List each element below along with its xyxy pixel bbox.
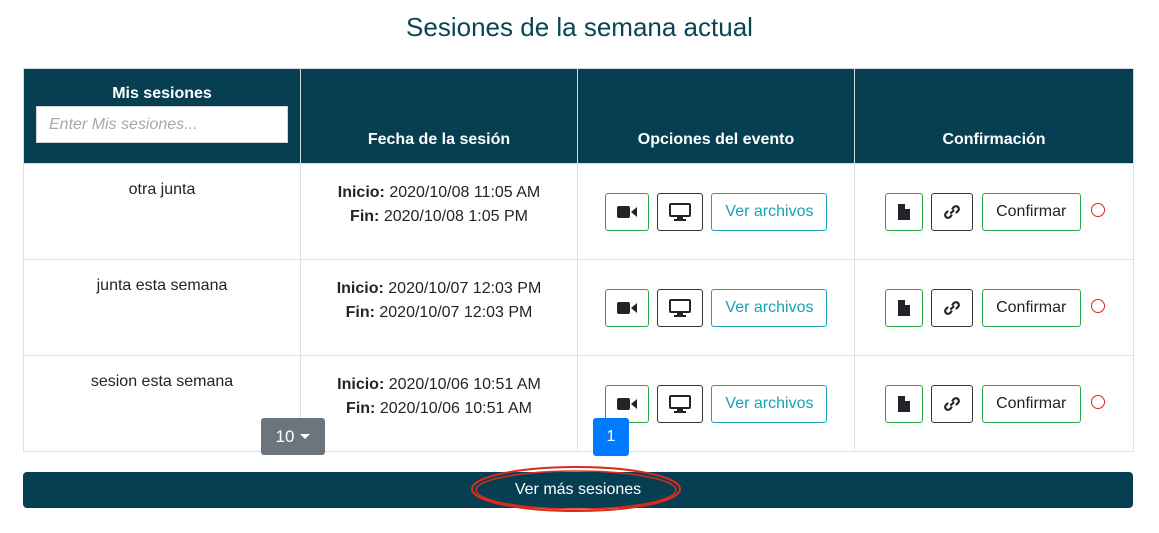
document-button[interactable]	[884, 288, 923, 327]
header-name: Mis sesiones	[23, 68, 301, 164]
session-start: Inicio: 2020/10/06 10:51 AM	[301, 373, 577, 397]
end-value: 2020/10/08 1:05 PM	[383, 208, 528, 225]
start-label: Inicio:	[336, 280, 384, 297]
header-date[interactable]: Fecha de la sesión	[300, 68, 578, 164]
link-icon	[944, 396, 961, 411]
video-call-button[interactable]	[604, 384, 649, 423]
confirm-button[interactable]: Confirmar	[981, 192, 1081, 231]
header-date-label: Fecha de la sesión	[367, 131, 511, 148]
end-label: Fin:	[345, 304, 375, 321]
start-value: 2020/10/07 12:03 PM	[388, 280, 542, 297]
page-size-dropdown[interactable]: 10	[261, 418, 325, 455]
session-name-cell: sesion esta semana	[23, 355, 301, 452]
session-start: Inicio: 2020/10/08 11:05 AM	[301, 181, 577, 205]
start-value: 2020/10/08 11:05 AM	[389, 184, 541, 201]
confirmation-cell: Confirmar	[854, 163, 1134, 260]
caret-down-icon	[300, 434, 311, 439]
end-value: 2020/10/07 12:03 PM	[379, 304, 533, 321]
monitor-icon	[669, 202, 691, 221]
screen-share-button[interactable]	[657, 384, 703, 423]
video-camera-icon	[616, 205, 637, 218]
event-options-cell: Ver archivos	[577, 163, 855, 260]
start-label: Inicio:	[337, 184, 385, 201]
sessions-table: Mis sesiones Fecha de la sesión Opciones…	[23, 68, 1134, 452]
video-camera-icon	[616, 397, 637, 410]
event-options-cell: Ver archivos	[577, 259, 855, 356]
end-label: Fin:	[350, 208, 380, 225]
start-value: 2020/10/06 10:51 AM	[388, 376, 541, 393]
session-end: Fin: 2020/10/07 12:03 PM	[301, 301, 577, 325]
session-name-cell: otra junta	[23, 163, 301, 260]
sessions-filter-input[interactable]	[36, 106, 288, 143]
link-icon	[944, 204, 961, 219]
header-confirmation[interactable]: Confirmación	[854, 68, 1134, 164]
confirmation-cell: Confirmar	[854, 259, 1134, 356]
header-name-label[interactable]: Mis sesiones	[24, 69, 300, 103]
session-name-cell: junta esta semana	[23, 259, 301, 356]
confirmation-cell: Confirmar	[854, 355, 1134, 452]
page-size-value: 10	[275, 426, 295, 446]
session-end: Fin: 2020/10/08 1:05 PM	[301, 205, 577, 229]
video-call-button[interactable]	[604, 288, 649, 327]
document-button[interactable]	[884, 384, 923, 423]
view-files-button[interactable]: Ver archivos	[711, 192, 828, 231]
header-options-label: Opciones del evento	[637, 131, 795, 148]
circle-outline-icon	[1091, 298, 1106, 313]
screen-share-button[interactable]	[657, 192, 703, 231]
view-more-sessions-button[interactable]: Ver más sesiones	[23, 472, 1133, 508]
start-label: Inicio:	[337, 376, 385, 393]
view-files-button[interactable]: Ver archivos	[711, 384, 828, 423]
screen-share-button[interactable]	[657, 288, 703, 327]
document-icon	[897, 395, 910, 412]
table-header-row: Mis sesiones Fecha de la sesión Opciones…	[23, 68, 1134, 164]
copy-link-button[interactable]	[931, 192, 974, 231]
page-1-button[interactable]: 1	[593, 418, 629, 456]
page-title: Sesiones de la semana actual	[406, 12, 753, 42]
session-name: junta esta semana	[96, 277, 228, 294]
session-date-cell: Inicio: 2020/10/08 11:05 AM Fin: 2020/10…	[300, 163, 578, 260]
session-end: Fin: 2020/10/06 10:51 AM	[301, 397, 577, 421]
session-name: sesion esta semana	[90, 373, 234, 390]
view-files-button[interactable]: Ver archivos	[711, 288, 828, 327]
circle-outline-icon	[1091, 394, 1106, 409]
header-confirmation-label: Confirmación	[942, 131, 1046, 148]
video-camera-icon	[616, 301, 637, 314]
circle-outline-icon	[1091, 202, 1106, 217]
session-date-cell: Inicio: 2020/10/07 12:03 PM Fin: 2020/10…	[300, 259, 578, 356]
document-icon	[897, 203, 910, 220]
end-value: 2020/10/06 10:51 AM	[379, 400, 532, 417]
session-date-cell: Inicio: 2020/10/06 10:51 AM Fin: 2020/10…	[300, 355, 578, 452]
header-options[interactable]: Opciones del evento	[577, 68, 855, 164]
monitor-icon	[669, 298, 691, 317]
confirm-button[interactable]: Confirmar	[981, 288, 1081, 327]
session-start: Inicio: 2020/10/07 12:03 PM	[301, 277, 577, 301]
table-row: junta esta semana Inicio: 2020/10/07 12:…	[23, 259, 1134, 356]
document-button[interactable]	[884, 192, 923, 231]
copy-link-button[interactable]	[931, 288, 974, 327]
document-icon	[897, 299, 910, 316]
session-name: otra junta	[128, 181, 196, 198]
end-label: Fin:	[346, 400, 376, 417]
monitor-icon	[669, 394, 691, 413]
table-row: otra junta Inicio: 2020/10/08 11:05 AM F…	[23, 163, 1134, 260]
link-icon	[944, 300, 961, 315]
table-row: sesion esta semana Inicio: 2020/10/06 10…	[23, 355, 1134, 452]
video-call-button[interactable]	[604, 192, 649, 231]
copy-link-button[interactable]	[931, 384, 974, 423]
confirm-button[interactable]: Confirmar	[981, 384, 1081, 423]
